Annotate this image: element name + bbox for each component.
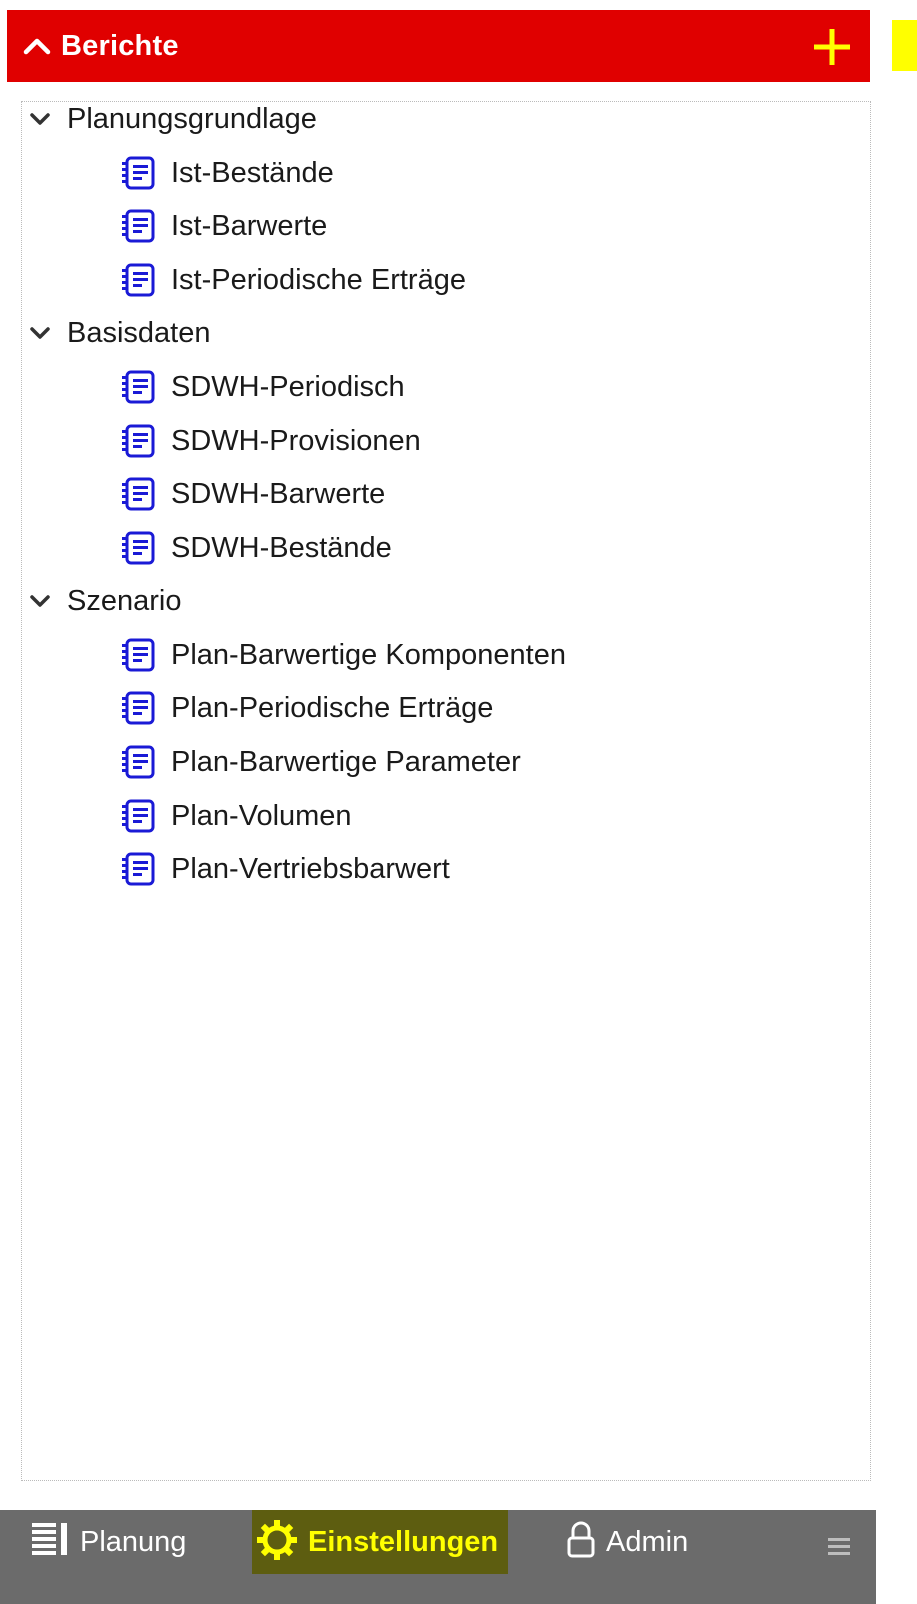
tree-item[interactable]: SDWH-Bestände (119, 528, 392, 568)
gear-icon (256, 1519, 298, 1566)
tree-item-label: Plan-Barwertige Parameter (171, 745, 521, 778)
tree-group-szenario[interactable]: Szenario (22, 581, 181, 621)
tree-item[interactable]: SDWH-Provisionen (119, 421, 421, 461)
report-list-icon (119, 796, 159, 836)
tree-group-basisdaten[interactable]: Basisdaten (22, 313, 211, 353)
side-accent-strip (892, 20, 917, 71)
report-list-icon (119, 474, 159, 514)
hamburger-menu-icon[interactable] (826, 1534, 852, 1560)
report-list-icon (119, 260, 159, 300)
report-list-icon (119, 688, 159, 728)
report-list-icon (119, 206, 159, 246)
tree-item-label: SDWH-Barwerte (171, 477, 386, 510)
tree-item[interactable]: Plan-Vertriebsbarwert (119, 849, 450, 889)
tree-item-label: Plan-Periodische Erträge (171, 691, 494, 724)
report-list-icon (119, 528, 159, 568)
tree-item[interactable]: Plan-Periodische Erträge (119, 688, 493, 728)
report-list-icon (119, 635, 159, 675)
report-list-icon (119, 153, 159, 193)
tree-item-label: Ist-Bestände (171, 156, 334, 189)
lock-icon (566, 1520, 596, 1565)
chevron-down-icon[interactable] (27, 320, 53, 346)
nav-planung[interactable]: Planung (30, 1510, 186, 1574)
nav-label: Einstellungen (308, 1525, 499, 1558)
tree-item-label: Plan-Vertriebsbarwert (171, 852, 450, 885)
nav-admin[interactable]: Admin (566, 1510, 688, 1574)
chevron-up-icon[interactable] (23, 31, 53, 61)
report-list-icon (119, 849, 159, 889)
tree-item-label: Plan-Barwertige Komponenten (171, 638, 566, 671)
chevron-down-icon[interactable] (27, 106, 53, 132)
nav-einstellungen[interactable]: Einstellungen (252, 1510, 509, 1574)
tree-item-label: Plan-Volumen (171, 799, 352, 832)
tree-item-label: Ist-Periodische Erträge (171, 263, 466, 296)
report-tree: Planungsgrundlage Ist-Bestände Ist-Barwe… (21, 101, 871, 1481)
tree-group-planungsgrundlage[interactable]: Planungsgrundlage (22, 99, 317, 139)
tree-group-label: Planungsgrundlage (67, 102, 317, 135)
tree-group-label: Szenario (67, 584, 182, 617)
report-list-icon (119, 421, 159, 461)
tree-item[interactable]: Plan-Barwertige Parameter (119, 742, 521, 782)
tree-item[interactable]: Plan-Volumen (119, 796, 352, 836)
tree-item[interactable]: Ist-Periodische Erträge (119, 260, 466, 300)
tree-item-label: SDWH-Periodisch (171, 370, 405, 403)
panel-title: Berichte (61, 29, 179, 62)
tree-group-label: Basisdaten (67, 316, 211, 349)
bottom-navigation-bar: Planung Einstellungen Admin (0, 1510, 876, 1604)
report-list-icon (119, 367, 159, 407)
plus-icon[interactable] (813, 28, 851, 66)
tree-item-label: Ist-Barwerte (171, 209, 328, 242)
tree-item[interactable]: Ist-Bestände (119, 153, 334, 193)
planning-list-icon (30, 1520, 70, 1565)
reports-panel-header[interactable]: Berichte (7, 10, 870, 82)
nav-label: Admin (606, 1525, 689, 1558)
tree-item-label: SDWH-Provisionen (171, 424, 421, 457)
nav-label: Planung (80, 1525, 187, 1558)
tree-item[interactable]: Plan-Barwertige Komponenten (119, 635, 566, 675)
tree-item[interactable]: SDWH-Periodisch (119, 367, 405, 407)
report-list-icon (119, 742, 159, 782)
tree-item-label: SDWH-Bestände (171, 531, 392, 564)
tree-item[interactable]: SDWH-Barwerte (119, 474, 385, 514)
tree-item[interactable]: Ist-Barwerte (119, 206, 327, 246)
chevron-down-icon[interactable] (27, 588, 53, 614)
